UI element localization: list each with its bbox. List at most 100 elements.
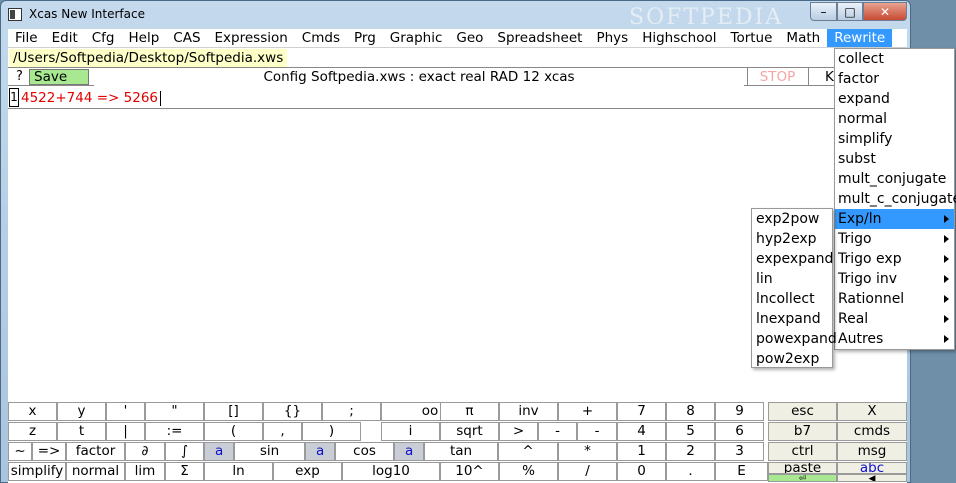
key-row3-3[interactable]: ∂ — [125, 442, 165, 461]
menu-edit[interactable]: Edit — [45, 29, 85, 47]
menu-graphic[interactable]: Graphic — [383, 29, 450, 47]
key-row2-8[interactable]: sqrt — [440, 422, 499, 441]
key-row2-9[interactable]: > — [499, 422, 538, 441]
close-button[interactable]: ✕ — [863, 2, 907, 21]
key-row2-3[interactable]: := — [145, 422, 204, 441]
expln-submenu-item[interactable]: expexpand — [752, 249, 833, 269]
key-row2-16[interactable]: cmds — [837, 422, 907, 441]
key-row1-3[interactable]: " — [145, 402, 204, 421]
menu-highschool[interactable]: Highschool — [635, 29, 723, 47]
key-row2-0[interactable]: z — [8, 422, 57, 441]
title-bar[interactable]: Xcas New Interface SOFTPEDIA – □ ✕ — [1, 1, 910, 30]
maximize-button[interactable]: □ — [837, 2, 863, 21]
key-row1-6[interactable]: ; — [322, 402, 381, 421]
key-row4-10[interactable]: 0 — [617, 462, 666, 481]
key-row3-6[interactable]: sin — [234, 442, 305, 461]
key-row1-10[interactable]: + — [558, 402, 617, 421]
expln-submenu-item[interactable]: exp2pow — [752, 209, 832, 229]
rewrite-menu-item[interactable]: Autres — [835, 329, 954, 349]
key-row3-10[interactable]: tan — [424, 442, 498, 461]
key-row2-7[interactable]: i — [381, 422, 440, 441]
key-row3-13[interactable]: 1 — [617, 442, 666, 461]
rewrite-menu-item[interactable]: subst — [835, 149, 954, 169]
rewrite-menu-item[interactable]: factor — [835, 69, 954, 89]
key-row2-10[interactable]: - — [538, 422, 577, 441]
key-row2-14[interactable]: 6 — [715, 422, 764, 441]
menu-phys[interactable]: Phys — [589, 29, 635, 47]
enter-key[interactable]: ⏎ — [768, 474, 837, 482]
config-status[interactable]: Config Softpedia.xws : exact real RAD 12… — [94, 68, 744, 86]
key-row2-2[interactable]: | — [106, 422, 145, 441]
key-row3-16[interactable]: ctrl — [768, 442, 837, 461]
key-row2-15[interactable]: b7 — [768, 422, 837, 441]
save-button[interactable]: Save — [29, 69, 89, 85]
rewrite-menu-item[interactable]: normal — [835, 109, 954, 129]
key-row3-1[interactable]: => — [32, 442, 66, 461]
key-row1-4[interactable]: [] — [204, 402, 263, 421]
key-row1-13[interactable]: 9 — [715, 402, 764, 421]
menu-cmds[interactable]: Cmds — [295, 29, 347, 47]
key-row2-11[interactable]: - — [577, 422, 617, 441]
help-button[interactable]: ? — [11, 68, 28, 85]
key-row3-7[interactable]: a — [305, 442, 335, 461]
key-row3-4[interactable]: ∫ — [165, 442, 204, 461]
menu-cas[interactable]: CAS — [166, 29, 207, 47]
rewrite-menu-item[interactable]: Trigo inv — [835, 269, 954, 289]
menu-prg[interactable]: Prg — [347, 29, 383, 47]
key-row3-15[interactable]: 3 — [715, 442, 764, 461]
menu-spreadsheet[interactable]: Spreadsheet — [490, 29, 589, 47]
key-row4-2[interactable]: lim — [125, 462, 165, 481]
menu-math[interactable]: Math — [779, 29, 827, 47]
key-row1-0[interactable]: x — [8, 402, 57, 421]
key-row1-15[interactable]: X — [837, 402, 907, 421]
key-row4-0[interactable]: simplify — [8, 462, 66, 481]
rewrite-menu-item[interactable]: expand — [835, 89, 954, 109]
rewrite-menu-item[interactable]: Exp/ln — [835, 209, 954, 229]
key-row4-3[interactable]: Σ — [165, 462, 204, 481]
key-row3-12[interactable]: * — [558, 442, 617, 461]
key-row4-8[interactable]: % — [499, 462, 558, 481]
rewrite-menu-item[interactable]: simplify — [835, 129, 954, 149]
menu-geo[interactable]: Geo — [449, 29, 490, 47]
key-row2-13[interactable]: 5 — [666, 422, 715, 441]
expln-submenu-item[interactable]: pow2exp — [752, 349, 832, 369]
rewrite-menu-item[interactable]: Real — [835, 309, 954, 329]
key-row1-2[interactable]: ' — [106, 402, 145, 421]
menu-expression[interactable]: Expression — [208, 29, 295, 47]
key-row3-17[interactable]: msg — [837, 442, 907, 461]
key-row3-0[interactable]: ~ — [8, 442, 32, 461]
rewrite-menu-item[interactable]: Rationnel — [835, 289, 954, 309]
key-row2-1[interactable]: t — [57, 422, 106, 441]
expln-submenu-item[interactable]: lnexpand — [752, 309, 832, 329]
menu-cfg[interactable]: Cfg — [85, 29, 122, 47]
menu-tortue[interactable]: Tortue — [724, 29, 780, 47]
key-row4-11[interactable]: . — [666, 462, 715, 481]
menu-rewrite[interactable]: Rewrite — [827, 29, 893, 47]
menu-help[interactable]: Help — [122, 29, 167, 47]
key-row3-2[interactable]: factor — [66, 442, 125, 461]
key-row3-11[interactable]: ^ — [498, 442, 558, 461]
key-row4-14[interactable]: abc — [837, 462, 907, 474]
key-row4-6[interactable]: log10 — [342, 462, 440, 481]
key-row2-4[interactable]: ( — [204, 422, 263, 441]
key-row3-14[interactable]: 2 — [666, 442, 715, 461]
key-row3-9[interactable]: a — [394, 442, 424, 461]
key-row4-5[interactable]: exp — [273, 462, 342, 481]
expln-submenu-item[interactable]: powexpand — [752, 329, 837, 349]
entry-input[interactable]: 4522+744 => 5266 — [21, 89, 161, 107]
rewrite-menu-item[interactable]: mult_conjugate — [835, 169, 954, 189]
key-row4-4[interactable]: ln — [204, 462, 273, 481]
expln-submenu-item[interactable]: hyp2exp — [752, 229, 832, 249]
key-row1-1[interactable]: y — [57, 402, 106, 421]
key-row4-12[interactable]: E — [715, 462, 768, 481]
key-row4-1[interactable]: normal — [66, 462, 125, 481]
key-row2-6[interactable]: ) — [302, 422, 361, 441]
expln-submenu-item[interactable]: lin — [752, 269, 832, 289]
key-row4-13[interactable]: paste — [768, 462, 837, 474]
minimize-button[interactable]: – — [810, 2, 837, 21]
key-row1-11[interactable]: 7 — [617, 402, 666, 421]
key-row1-8[interactable]: π — [440, 402, 499, 421]
key-row4-9[interactable]: / — [558, 462, 617, 481]
rewrite-menu-item[interactable]: Trigo exp — [835, 249, 954, 269]
key-row4-7[interactable]: 10^ — [440, 462, 499, 481]
